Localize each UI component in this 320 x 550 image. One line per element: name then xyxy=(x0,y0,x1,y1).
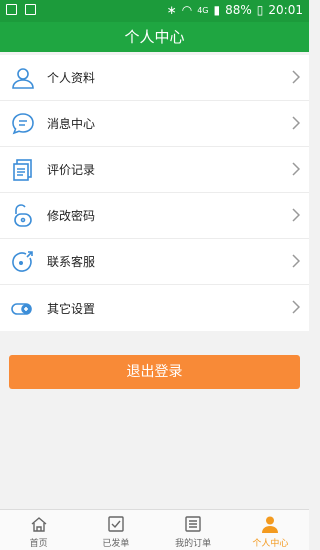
checkbox-icon xyxy=(107,514,125,534)
chevron-right-icon xyxy=(292,115,301,134)
app-header: 个人中心 xyxy=(0,22,309,52)
tab-my-orders[interactable]: 我的订单 xyxy=(155,510,232,550)
menu-item-label: 修改密码 xyxy=(47,209,96,223)
tab-profile[interactable]: 个人中心 xyxy=(232,510,309,550)
lock-icon xyxy=(9,202,37,230)
menu-item-customer-service[interactable]: 联系客服 xyxy=(0,239,309,285)
status-bar: ∗ ◠ 4G ▮ 88% ▯ 20:01 xyxy=(0,0,309,22)
settings-icon xyxy=(9,294,37,322)
logout-button[interactable]: 退出登录 xyxy=(9,355,300,389)
menu-item-password[interactable]: 修改密码 xyxy=(0,193,309,239)
menu-item-label: 评价记录 xyxy=(47,163,96,177)
tab-home[interactable]: 首页 xyxy=(0,510,77,550)
chevron-right-icon xyxy=(292,299,301,318)
menu-item-label: 其它设置 xyxy=(47,301,96,316)
page-title: 个人中心 xyxy=(124,28,185,46)
tab-label: 首页 xyxy=(29,539,48,549)
battery-icon: ▯ xyxy=(256,3,264,17)
menu-item-messages[interactable]: 消息中心 xyxy=(0,101,309,147)
person-icon xyxy=(9,64,37,92)
menu-item-profile[interactable]: 个人资料 xyxy=(0,55,309,101)
wifi-icon: ◠ xyxy=(181,3,193,17)
status-left-icons xyxy=(6,4,36,15)
menu-item-label: 个人资料 xyxy=(47,71,96,85)
tab-label: 已发单 xyxy=(102,539,130,549)
bluetooth-icon: ∗ xyxy=(166,3,177,17)
bottom-tab-bar: 首页 已发单 我的订单 个人中心 xyxy=(0,509,309,550)
mail-notification-icon xyxy=(25,4,36,15)
status-right: ∗ ◠ 4G ▮ 88% ▯ 20:01 xyxy=(167,3,303,17)
tab-sent-orders[interactable]: 已发单 xyxy=(77,510,154,550)
chevron-right-icon xyxy=(292,207,301,226)
tab-label: 个人中心 xyxy=(252,539,289,549)
profile-icon xyxy=(261,514,279,534)
home-icon xyxy=(30,514,48,534)
menu-list: 个人资料 消息中心 评价记录 修改密码 联系客服 其它设置 xyxy=(0,55,309,331)
order-icon xyxy=(184,514,202,534)
image-notification-icon xyxy=(6,4,17,15)
battery-text: 88% xyxy=(225,3,252,17)
chevron-right-icon xyxy=(292,161,301,180)
tab-label: 我的订单 xyxy=(175,539,212,549)
chevron-right-icon xyxy=(292,69,301,88)
customer-service-icon xyxy=(9,248,37,276)
network-type: 4G xyxy=(197,5,209,15)
menu-item-settings[interactable]: 其它设置 xyxy=(0,285,309,331)
message-icon xyxy=(9,110,37,138)
signal-icon: ▮ xyxy=(213,3,221,17)
clock: 20:01 xyxy=(268,3,303,17)
chevron-right-icon xyxy=(292,253,301,272)
menu-item-label: 联系客服 xyxy=(47,255,96,269)
menu-item-label: 消息中心 xyxy=(47,117,96,131)
document-icon xyxy=(9,156,37,184)
menu-item-reviews[interactable]: 评价记录 xyxy=(0,147,309,193)
